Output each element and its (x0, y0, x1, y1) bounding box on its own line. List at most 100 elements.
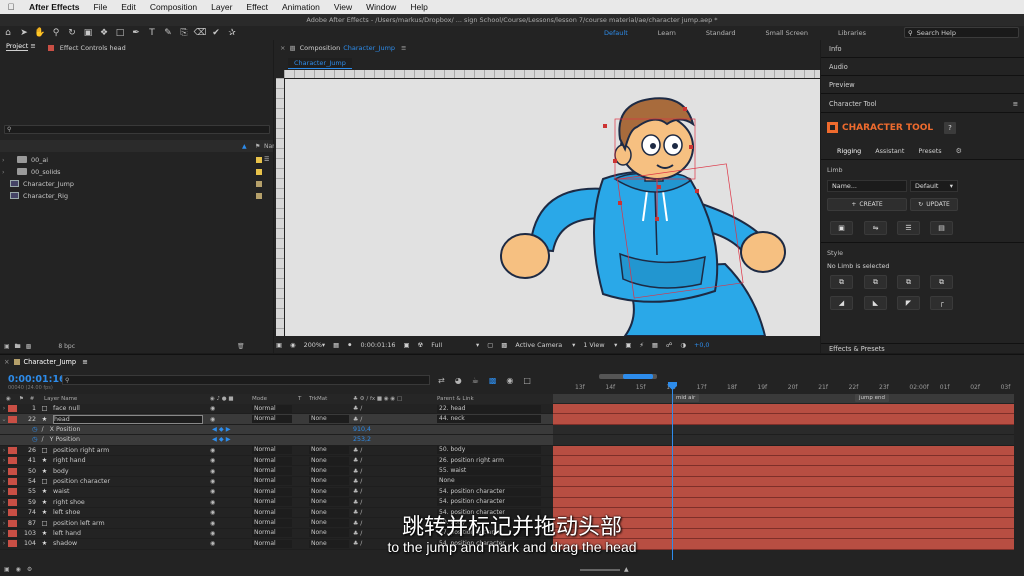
menu-effect[interactable]: Effect (239, 2, 275, 12)
layer-name[interactable]: right shoe (53, 499, 203, 506)
limb-name-input[interactable]: Name... (827, 180, 907, 192)
layer-switches-icons[interactable]: ♣ ∕ (353, 478, 362, 485)
style-button-4[interactable]: ⧉ (930, 275, 953, 289)
channel-icon[interactable]: ☢ (418, 341, 424, 349)
workspace-small-screen[interactable]: Small Screen (766, 29, 808, 37)
eye-icon[interactable]: ◉ (210, 499, 215, 506)
layer-switches-icons[interactable]: ♣ ∕ (353, 447, 362, 454)
expand-arrow-icon[interactable]: › (0, 468, 8, 475)
grid-icon[interactable]: ▦ (333, 341, 339, 349)
timeline-current-time[interactable]: 0:00:01:16 (8, 374, 66, 385)
toggle-pixel-icon[interactable]: ▣ (625, 341, 631, 349)
label-swatch[interactable] (8, 467, 17, 475)
style-button-6[interactable]: ◣ (864, 296, 887, 310)
menu-help[interactable]: Help (403, 2, 434, 12)
layer-track-bar[interactable] (553, 445, 1014, 456)
layer-row[interactable]: › 1 □ face null ◉ Normal ♣ ∕ 22. head (0, 404, 553, 415)
layer-row[interactable]: › 26 □ position right arm ◉ Normal None ♣ ∕ 50. … (0, 446, 553, 456)
tab-project[interactable]: Project ≡ (0, 42, 42, 54)
timeline-search-input[interactable]: ⚲ (62, 375, 430, 385)
layer-track-bar[interactable] (553, 497, 1014, 508)
blend-mode-dropdown[interactable]: Normal (252, 498, 292, 507)
label-swatch[interactable] (8, 488, 17, 496)
interpret-footage-icon[interactable]: ▣ (4, 343, 10, 350)
layer-name[interactable]: position right arm (53, 447, 203, 454)
layer-switches-icons[interactable]: ♣ ∕ (353, 405, 362, 412)
trkmat-dropdown[interactable]: None (309, 467, 349, 476)
menu-view[interactable]: View (327, 2, 359, 12)
trkmat-dropdown[interactable]: None (309, 456, 349, 465)
project-item-00-solids[interactable]: › 00_solids (0, 166, 273, 177)
style-button-5[interactable]: ◢ (830, 296, 853, 310)
style-button-3[interactable]: ⧉ (897, 275, 920, 289)
label-column-icon[interactable]: ⚑ (255, 143, 260, 150)
layer-name[interactable]: position character (53, 478, 203, 485)
rotate-tool-icon[interactable]: ↻ (64, 26, 80, 40)
menu-edit[interactable]: Edit (114, 2, 143, 12)
magnification-dropdown[interactable]: 200% ▾ (304, 341, 326, 349)
layer-row[interactable]: › 59 ★ right shoe ◉ Normal None ♣ ∕ 54. position… (0, 498, 553, 508)
eye-icon[interactable]: ◉ (210, 405, 215, 412)
playhead-icon[interactable] (668, 382, 677, 390)
label-swatch[interactable] (256, 180, 262, 187)
camera-tool-icon[interactable]: ▣ (80, 26, 96, 40)
layer-name[interactable]: head (53, 414, 203, 424)
expand-arrow-icon[interactable]: › (2, 168, 8, 176)
blend-mode-dropdown[interactable]: Normal (252, 456, 292, 465)
eye-icon[interactable]: ◉ (210, 457, 215, 464)
label-swatch[interactable] (8, 457, 17, 465)
eye-icon[interactable]: ◉ (210, 416, 215, 423)
layer-row[interactable]: › 41 ★ right hand ◉ Normal None ♣ ∕ 26. position… (0, 456, 553, 467)
tab-assistant[interactable]: Assistant (875, 147, 904, 155)
trkmat-dropdown[interactable]: None (309, 446, 349, 455)
shy-layers-icon[interactable]: ☕ (472, 376, 479, 385)
comp-flow-tab[interactable]: Character_Jump (288, 58, 352, 69)
layer-switches-toggle-icon[interactable]: ▣ (4, 566, 10, 573)
project-search-input[interactable]: ⚲ (4, 125, 270, 134)
new-comp-icon[interactable]: ▩ (26, 343, 32, 350)
rig-tool-3-button[interactable]: ☰ (897, 221, 920, 235)
info-panel-header[interactable]: Info (821, 40, 1024, 58)
zoom-in-icon[interactable]: ▲ (624, 566, 629, 573)
motion-blur-icon[interactable]: ◉ (506, 376, 513, 385)
layer-track-bar[interactable] (553, 404, 1014, 415)
rectangle-tool-icon[interactable]: □ (112, 26, 128, 40)
style-button-7[interactable]: ◤ (897, 296, 920, 310)
gear-icon[interactable]: ⚙ (956, 147, 962, 155)
layer-track-bar[interactable] (553, 414, 1014, 425)
layer-switches-icons[interactable]: ♣ ∕ (353, 488, 362, 495)
pan-behind-tool-icon[interactable]: ❖ (96, 26, 112, 40)
label-swatch[interactable] (8, 477, 17, 485)
menu-animation[interactable]: Animation (275, 2, 327, 12)
region-icon[interactable]: ▢ (487, 341, 493, 349)
timeline-zoom-slider[interactable] (580, 568, 620, 571)
layer-switches-icons[interactable]: ♣ ∕ (353, 468, 362, 475)
keyframe-nav-icon[interactable]: ◀ ◆ ▶ (212, 426, 231, 433)
panel-menu-icon[interactable]: ≡ (1012, 100, 1018, 108)
ruler-vertical[interactable] (276, 78, 284, 336)
parent-link-header[interactable]: Parent & Link (437, 396, 474, 402)
menu-app-name[interactable]: After Effects (22, 2, 87, 12)
layer-switches-icons[interactable]: ♣ ∕ (353, 457, 362, 464)
time-ruler[interactable]: 13f14f15f16f17f18f19f20f21f22f23f02:00f0… (553, 374, 1024, 394)
panel-menu-icon[interactable]: ≡ (401, 44, 406, 52)
blend-mode-dropdown[interactable]: Normal (252, 487, 292, 496)
modes-toggle-icon[interactable]: ◉ (16, 566, 21, 573)
marker-jump-end[interactable]: jump end (855, 394, 889, 402)
layer-track-bar[interactable] (553, 456, 1014, 467)
expand-arrow-icon[interactable]: › (0, 478, 8, 485)
label-swatch[interactable] (8, 446, 17, 454)
search-help-input[interactable]: ⚲ Search Help (904, 27, 1019, 38)
composition-tab-label[interactable]: Composition (300, 44, 341, 52)
parent-dropdown[interactable]: 22. head (437, 404, 541, 413)
label-swatch[interactable] (8, 498, 17, 506)
mask-toggle-icon[interactable]: ◉ (290, 341, 296, 349)
t-header[interactable]: T (298, 396, 301, 402)
character-artwork[interactable] (285, 79, 820, 336)
snapshot-icon[interactable]: ⚫ (347, 341, 352, 349)
parent-dropdown[interactable]: None (437, 477, 541, 486)
exposure-value[interactable]: +0,0 (694, 341, 710, 349)
flowchart-icon[interactable]: ☍ (666, 341, 672, 349)
workspace-default[interactable]: Default (604, 29, 628, 37)
label-swatch[interactable] (256, 192, 262, 199)
